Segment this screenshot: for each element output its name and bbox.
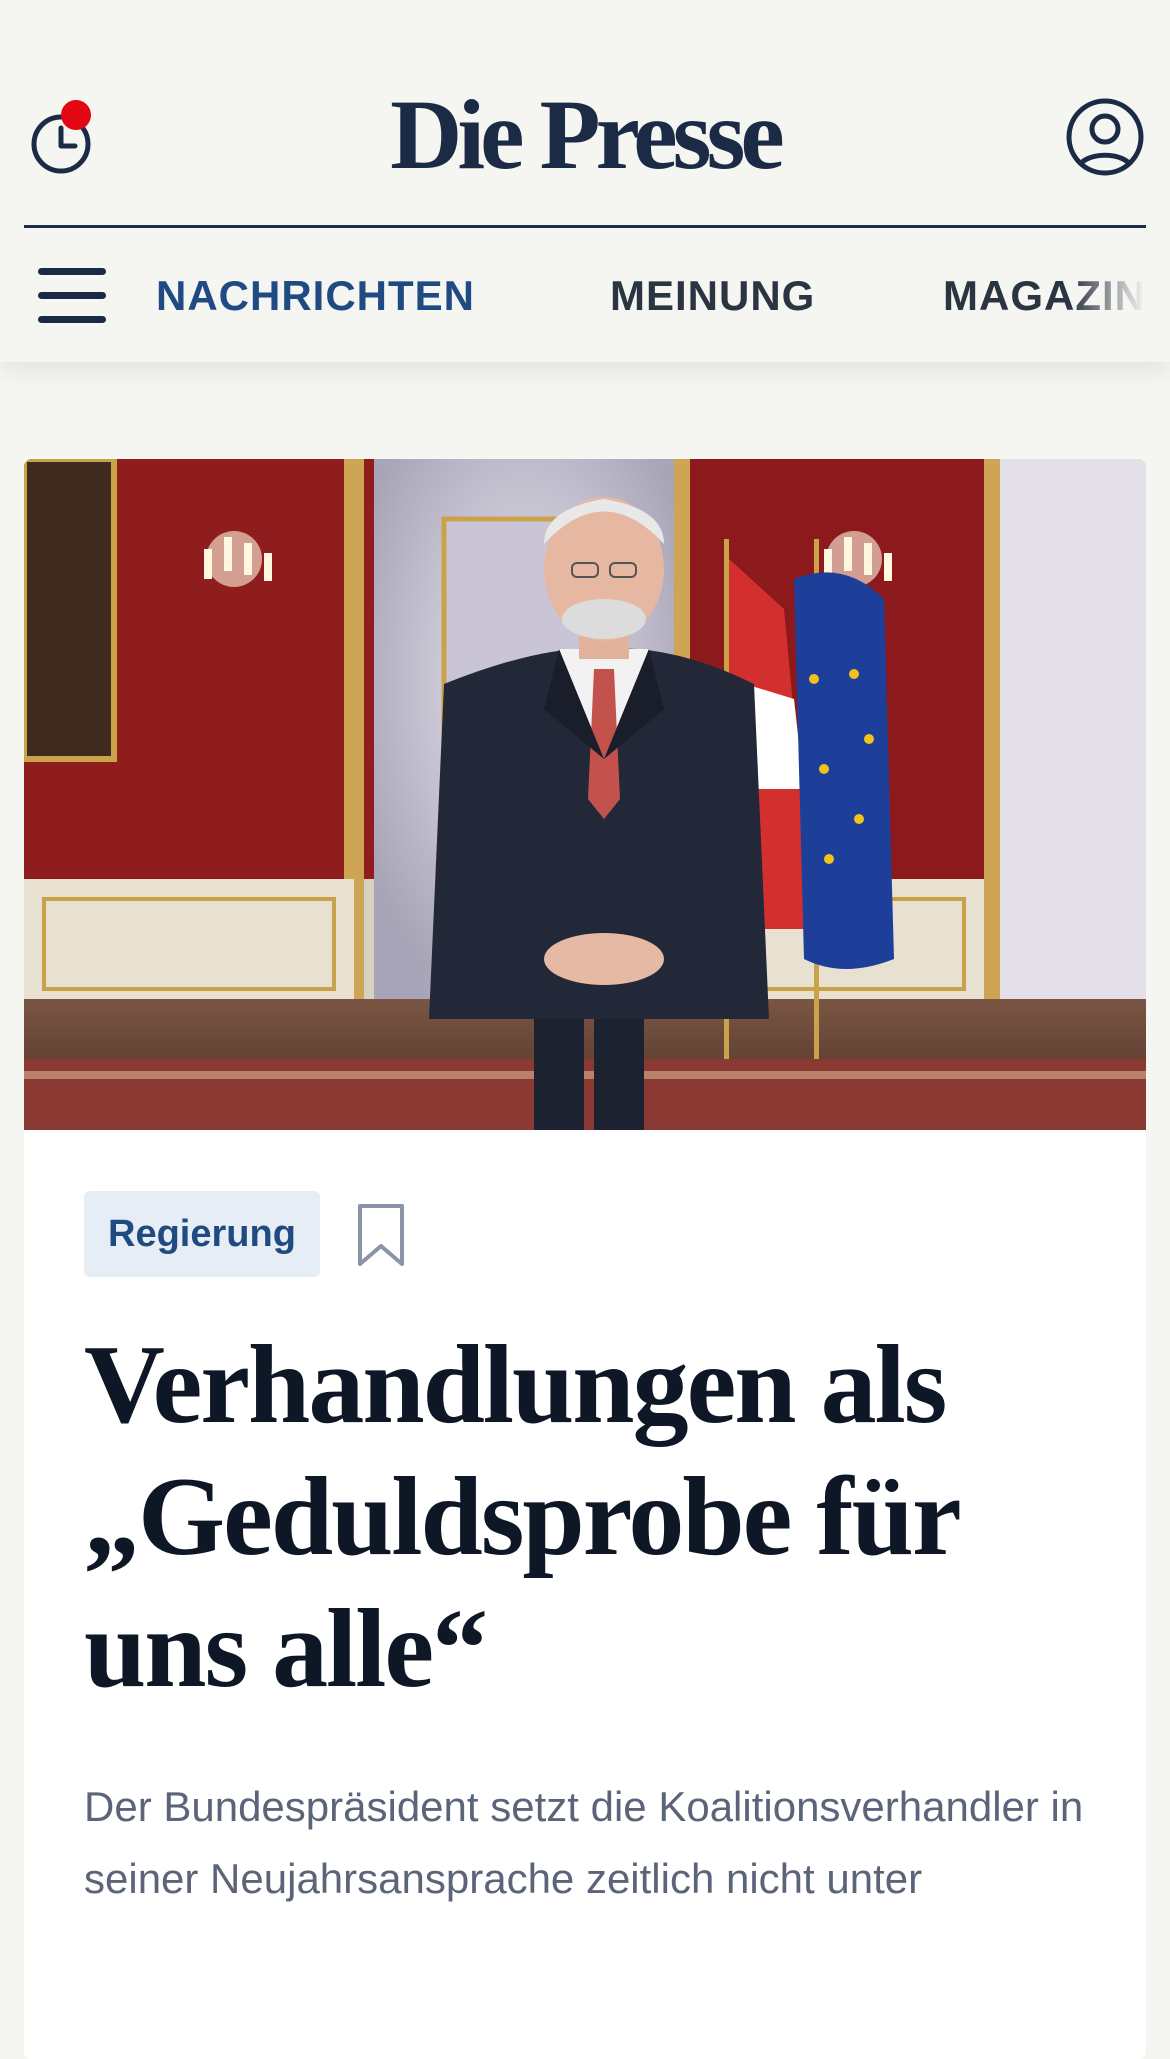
hamburger-menu-icon xyxy=(38,268,106,275)
nav-item-nachrichten[interactable]: NACHRICHTEN xyxy=(156,270,475,322)
site-logo[interactable]: Die Presse xyxy=(0,80,1170,190)
category-tag[interactable]: Regierung xyxy=(84,1191,320,1277)
nav-item-meinung[interactable]: MEINUNG xyxy=(610,270,815,322)
site-header: Die Presse NACHRICHTEN MEINUNG MAGAZIN xyxy=(0,0,1170,362)
article-hero-image[interactable] xyxy=(24,459,1146,1130)
bookmark-button[interactable] xyxy=(356,1202,406,1268)
header-divider xyxy=(24,225,1146,228)
article-card[interactable]: Regierung Verhandlungen als „Geduldsprob… xyxy=(24,459,1146,2059)
nav-scroll-fade xyxy=(1070,250,1170,340)
bookmark-icon xyxy=(358,1204,404,1266)
account-button[interactable] xyxy=(1064,96,1146,178)
article-lead: Der Bundespräsident setzt die Koalitions… xyxy=(84,1783,1084,1902)
menu-button[interactable] xyxy=(38,268,106,324)
user-account-icon xyxy=(1066,98,1144,176)
article-headline[interactable]: Verhandlungen als „Geduldsprobe für uns … xyxy=(84,1319,1104,1715)
